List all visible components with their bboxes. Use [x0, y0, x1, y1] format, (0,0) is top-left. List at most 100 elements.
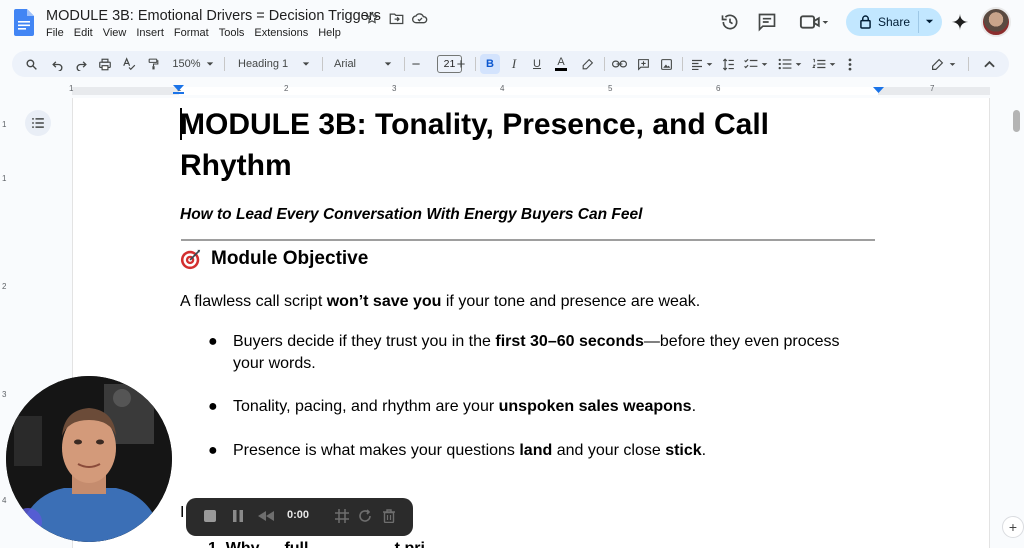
numbered-list-item[interactable]: 1. Why … full … … … … t pri … — [208, 540, 445, 548]
direct-hit-target-icon — [180, 249, 201, 270]
line-spacing-icon[interactable] — [718, 51, 738, 77]
chevron-down-icon — [829, 62, 836, 66]
right-indent-marker-icon[interactable] — [873, 87, 884, 94]
ruler-number: 7 — [930, 84, 935, 93]
ruler-number: 3 — [392, 84, 397, 93]
drawing-grid-icon[interactable] — [333, 507, 351, 525]
menu-edit[interactable]: Edit — [74, 27, 93, 39]
trash-icon[interactable] — [380, 507, 398, 525]
stop-recording-icon[interactable] — [201, 507, 219, 525]
redo-icon[interactable] — [72, 51, 90, 77]
bulleted-list-icon — [778, 58, 792, 70]
cloud-saved-icon[interactable] — [411, 10, 429, 26]
explore-plus-button[interactable]: + — [1002, 516, 1024, 538]
indent-marker-icon[interactable] — [173, 85, 184, 94]
menu-insert[interactable]: Insert — [136, 27, 164, 39]
comments-icon[interactable] — [756, 11, 778, 33]
bullet-marker: ● — [208, 398, 218, 415]
list-item[interactable]: Buyers decide if they trust you in the f… — [233, 331, 873, 375]
numbered-list-menu[interactable] — [810, 51, 838, 77]
ruler-number: 1 — [2, 120, 7, 129]
highlight-pen-icon[interactable] — [578, 51, 596, 77]
text-cursor — [180, 108, 182, 140]
menu-help[interactable]: Help — [318, 27, 341, 39]
share-label: Share — [878, 15, 911, 29]
align-menu[interactable] — [688, 51, 716, 77]
paint-format-icon[interactable] — [144, 51, 162, 77]
ruler-number: 6 — [716, 84, 721, 93]
ruler-number: 5 — [608, 84, 613, 93]
search-menus-icon[interactable] — [22, 51, 40, 77]
bold-button[interactable]: B — [480, 54, 500, 74]
presenter-video-image — [6, 376, 172, 542]
insert-image-icon[interactable] — [657, 51, 675, 77]
ruler-number: 4 — [2, 496, 7, 505]
menu-view[interactable]: View — [103, 27, 127, 39]
menu-extensions[interactable]: Extensions — [254, 27, 308, 39]
document-outline-button[interactable] — [25, 110, 51, 136]
editing-mode-menu[interactable] — [926, 51, 960, 77]
share-button[interactable]: Share — [846, 8, 942, 36]
checklist-menu[interactable] — [742, 51, 770, 77]
move-folder-icon[interactable] — [387, 10, 405, 26]
undo-icon[interactable] — [48, 51, 66, 77]
rewind-icon[interactable] — [256, 507, 276, 525]
gemini-icon[interactable] — [949, 11, 971, 33]
lock-icon — [860, 15, 871, 29]
section-heading[interactable]: Module Objective — [180, 248, 368, 270]
version-history-icon[interactable] — [719, 11, 741, 33]
meet-icon[interactable] — [798, 11, 832, 33]
pause-icon[interactable] — [229, 507, 247, 525]
chevron-down-icon — [206, 62, 213, 66]
menu-tools[interactable]: Tools — [219, 27, 245, 39]
chevron-down-icon — [949, 62, 955, 66]
decrease-font-size-icon[interactable]: − — [408, 51, 424, 77]
docs-logo-icon[interactable] — [14, 9, 34, 36]
recording-timer: 0:00 — [287, 509, 310, 521]
spellcheck-icon[interactable] — [120, 51, 138, 77]
partial-paragraph[interactable]: I — [180, 504, 184, 522]
avatar[interactable] — [981, 7, 1011, 37]
ruler-number: 4 — [500, 84, 505, 93]
scrollbar-thumb[interactable] — [1013, 110, 1020, 132]
zoom-value: 150% — [172, 58, 201, 70]
underline-button[interactable]: U — [528, 51, 546, 77]
pencil-icon — [931, 58, 943, 70]
list-item[interactable]: Presence is what makes your questions la… — [233, 440, 873, 462]
ruler-number: 2 — [284, 84, 289, 93]
hide-menus-icon[interactable] — [980, 51, 998, 77]
style-select[interactable]: Heading 1 — [234, 51, 314, 77]
more-options-icon[interactable] — [842, 51, 858, 77]
chevron-down-icon — [302, 62, 310, 66]
text-color-button[interactable]: A — [552, 51, 570, 77]
checklist-icon — [744, 58, 758, 69]
bullet-marker: ● — [208, 333, 218, 350]
toolbar: 150% Heading 1 Arial − 21 + B I U A — [12, 51, 1009, 77]
document-title[interactable]: MODULE 3B: Emotional Drivers = Decision … — [46, 8, 381, 24]
bulleted-list-menu[interactable] — [776, 51, 804, 77]
outline-list-icon — [32, 118, 44, 128]
document-heading[interactable]: MODULE 3B: Tonality, Presence, and Call … — [180, 104, 820, 186]
font-select[interactable]: Arial — [330, 51, 396, 77]
list-item[interactable]: Tonality, pacing, and rhythm are your un… — [233, 396, 873, 418]
menu-bar: File Edit View Insert Format Tools Exten… — [46, 27, 351, 39]
horizontal-divider — [181, 239, 875, 241]
menu-format[interactable]: Format — [174, 27, 209, 39]
webcam-overlay[interactable] — [6, 376, 172, 542]
chevron-down-icon[interactable] — [925, 17, 934, 26]
bullet-marker: ● — [208, 442, 218, 459]
document-subtitle[interactable]: How to Lead Every Conversation With Ener… — [180, 206, 642, 224]
menu-file[interactable]: File — [46, 27, 64, 39]
intro-paragraph[interactable]: A flawless call script won’t save you if… — [180, 293, 700, 311]
add-comment-icon[interactable] — [634, 51, 652, 77]
horizontal-ruler[interactable]: 1 1 2 3 4 5 6 7 — [0, 84, 1010, 98]
style-value: Heading 1 — [238, 58, 289, 70]
star-icon[interactable] — [363, 10, 381, 26]
restart-icon[interactable] — [356, 507, 374, 525]
increase-font-size-icon[interactable]: + — [453, 51, 469, 77]
italic-button[interactable]: I — [505, 51, 523, 77]
zoom-select[interactable]: 150% — [170, 51, 216, 77]
vertical-scrollbar[interactable] — [1010, 98, 1024, 548]
insert-link-icon[interactable] — [610, 51, 628, 77]
print-icon[interactable] — [96, 51, 114, 77]
